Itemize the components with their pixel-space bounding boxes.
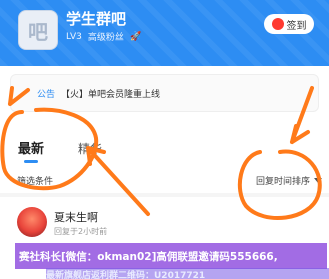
watermark-banner-secondary: 最新旗舰店返利群二维码：U2017721 (46, 268, 329, 279)
group-avatar-glyph: 吧 (28, 19, 48, 44)
tab-latest[interactable]: 最新 (18, 138, 44, 163)
signin-button[interactable]: 签到 (264, 14, 314, 34)
caret-down-icon (314, 178, 322, 183)
signin-label: 签到 (286, 20, 307, 32)
level-label: LV3 (66, 31, 82, 42)
post-time: 回复于2小时前 (54, 227, 108, 236)
post-tabs: 最新 精华 (18, 138, 102, 163)
rocket-icon: 🚀 (129, 31, 142, 42)
announcement-text: 【火】单吧会员隆重上线 (61, 89, 161, 100)
avatar[interactable] (17, 207, 47, 237)
filter-row: 筛选条件 回复时间排序 (17, 174, 322, 187)
level-title: 高级粉丝 (87, 33, 124, 43)
signin-icon (271, 18, 284, 30)
user-level-row: LV3 高级粉丝 🚀 (66, 30, 142, 44)
filter-button[interactable]: 筛选条件 (17, 174, 53, 187)
post-username[interactable]: 夏末生啊 (54, 209, 98, 225)
sort-label: 回复时间排序 (255, 177, 310, 187)
sort-dropdown[interactable]: 回复时间排序 (256, 174, 322, 187)
section-divider (0, 193, 329, 197)
tab-featured[interactable]: 精华 (78, 140, 102, 157)
group-name: 学生群吧 (66, 10, 127, 28)
announcement-tag: 公告 (37, 89, 56, 100)
watermark-banner: 赛社科长[微信：okman02]高佣联盟邀请码555666, (15, 243, 327, 269)
group-avatar[interactable]: 吧 (18, 10, 58, 50)
announcement-bar[interactable]: 公告 【火】单吧会员隆重上线 (10, 74, 319, 112)
